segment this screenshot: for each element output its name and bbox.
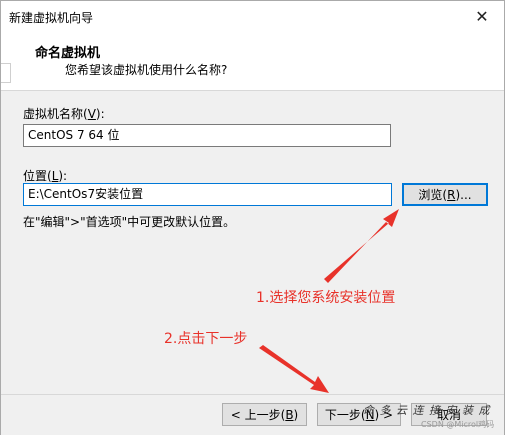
- annotation-click-next: 2.点击下一步: [164, 331, 248, 347]
- csdn-watermark: CSDN @Microl鸡码: [421, 420, 495, 429]
- watermark-text: 命 多 云 连 接 安 装 成: [363, 404, 491, 417]
- annotation-arrows: [259, 209, 399, 393]
- arrow-to-browse: [324, 209, 399, 283]
- back-button[interactable]: < 上一步(B): [222, 403, 307, 426]
- arrow-to-next: [259, 345, 329, 393]
- dialog-window: 新建虚拟机向导 ✕ 命名虚拟机 您希望该虚拟机使用什么名称? 虚拟机名称(V):…: [0, 0, 505, 435]
- annotation-select-location: 1.选择您系统安装位置: [256, 290, 396, 306]
